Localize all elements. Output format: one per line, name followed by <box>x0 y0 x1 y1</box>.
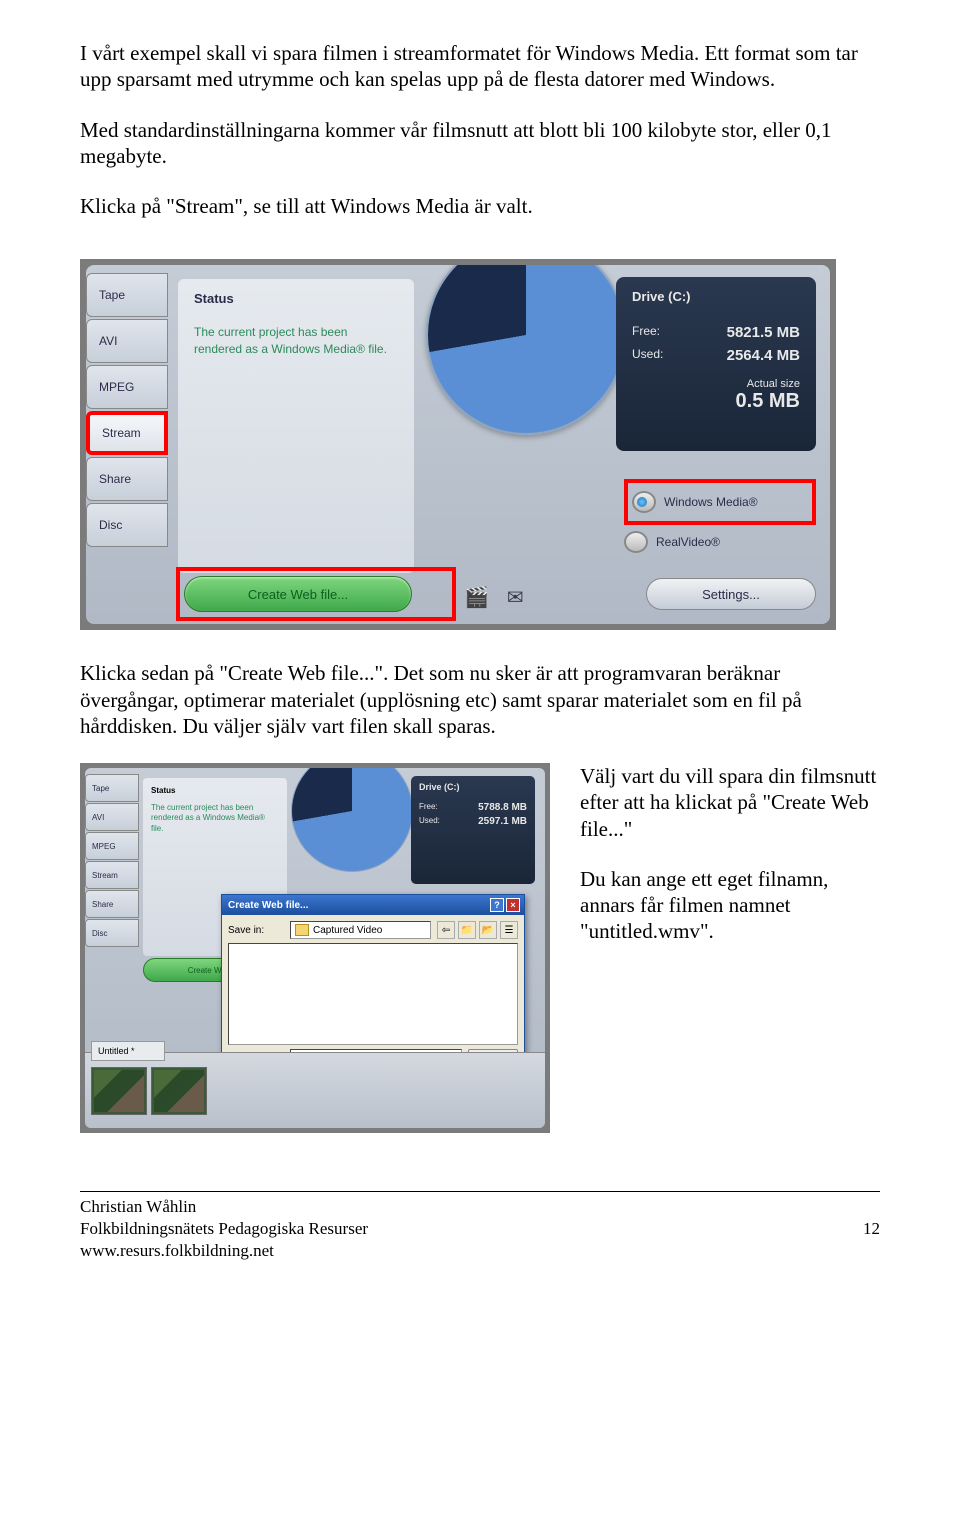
savein-value: Captured Video <box>313 925 382 936</box>
tab-avi[interactable]: AVI <box>86 319 168 363</box>
free-label: Free: <box>419 802 438 813</box>
app-panel-small: Tape AVI MPEG Stream Share Disc Status T… <box>85 768 545 1128</box>
create-web-file-button[interactable]: Create Web file... <box>184 576 412 612</box>
dialog-titlebar: Create Web file... ? × <box>222 895 524 915</box>
radio-realvideo[interactable]: RealVideo® <box>624 525 816 559</box>
radio-windows-media[interactable]: Windows Media® <box>632 485 808 519</box>
tab-label: MPEG <box>99 380 134 394</box>
tab-label: Disc <box>99 518 122 532</box>
drive-title: Drive (C:) <box>419 782 527 792</box>
status-text: The current project has been rendered as… <box>151 803 279 834</box>
used-label: Used: <box>632 347 663 364</box>
tab-tape[interactable]: Tape <box>86 273 168 317</box>
tab-stream[interactable]: Stream <box>86 411 168 455</box>
used-value: 2597.1 MB <box>478 816 527 827</box>
back-icon[interactable]: ⇦ <box>437 921 455 939</box>
free-value: 5821.5 MB <box>727 324 800 341</box>
status-title: Status <box>151 786 279 795</box>
timeline: Untitled * <box>85 1052 545 1128</box>
settings-button[interactable]: Settings... <box>646 578 816 610</box>
free-label: Free: <box>632 324 660 341</box>
tab-disc[interactable]: Disc <box>86 503 168 547</box>
help-button[interactable]: ? <box>490 898 504 912</box>
clapperboard-icon[interactable]: 🎬 <box>464 585 489 610</box>
tab-mpeg[interactable]: MPEG <box>85 832 139 860</box>
up-folder-icon[interactable]: 📁 <box>458 921 476 939</box>
footer-org: Folkbildningsnätets Pedagogiska Resurser <box>80 1218 368 1240</box>
format-radio-group: Windows Media® RealVideo® <box>624 479 816 559</box>
radio-label: Windows Media® <box>664 495 758 509</box>
drive-panel-small: Drive (C:) Free: 5788.8 MB Used: 2597.1 MB <box>411 776 535 884</box>
tab-disc[interactable]: Disc <box>85 919 139 947</box>
pie-chart-icon <box>426 265 626 435</box>
tab-tape[interactable]: Tape <box>85 774 139 802</box>
footer-author: Christian Wåhlin <box>80 1196 368 1218</box>
drive-info-panel: Drive (C:) Free: 5821.5 MB Used: 2564.4 … <box>616 277 816 451</box>
actual-size-value: 0.5 MB <box>632 390 800 413</box>
video-clip-thumbnail[interactable] <box>91 1067 147 1115</box>
tab-label: Share <box>99 472 131 486</box>
body-paragraph-4: Klicka sedan på "Create Web file...". De… <box>80 660 880 739</box>
drive-title: Drive (C:) <box>632 289 800 304</box>
windows-media-highlight: Windows Media® <box>624 479 816 525</box>
button-label: Create Web file... <box>248 587 348 602</box>
page-number: 12 <box>863 1219 880 1239</box>
used-value: 2564.4 MB <box>727 347 800 364</box>
body-paragraph-1: I vårt exempel skall vi spara filmen i s… <box>80 40 880 93</box>
app-panel: Tape AVI MPEG Stream Share Disc Status T… <box>86 265 830 624</box>
status-title: Status <box>194 291 398 306</box>
footer-url: www.resurs.folkbildning.net <box>80 1240 368 1262</box>
button-label: Settings... <box>702 587 760 602</box>
output-tabs: Tape AVI MPEG Stream Share Disc <box>86 273 168 549</box>
actual-size-label: Actual size <box>632 378 800 390</box>
tab-label: AVI <box>99 334 117 348</box>
tab-mpeg[interactable]: MPEG <box>86 365 168 409</box>
tab-label: Tape <box>99 288 125 302</box>
view-icon[interactable]: ☰ <box>500 921 518 939</box>
body-paragraph-3: Klicka på "Stream", se till att Windows … <box>80 193 880 219</box>
body-paragraph-2: Med standardinställningarna kommer vår f… <box>80 117 880 170</box>
close-button[interactable]: × <box>506 898 520 912</box>
savein-combo[interactable]: Captured Video <box>290 921 431 939</box>
radio-icon <box>632 491 656 513</box>
side-paragraph-1: Välj vart du vill spara din filmsnutt ef… <box>580 763 880 842</box>
disk-usage-pie <box>416 265 636 475</box>
dialog-title-text: Create Web file... <box>228 900 308 911</box>
create-web-highlight: Create Web file... <box>176 567 456 621</box>
tab-share[interactable]: Share <box>86 457 168 501</box>
screenshot-and-text-row: Tape AVI MPEG Stream Share Disc Status T… <box>80 763 880 1133</box>
page-footer: Christian Wåhlin Folkbildningsnätets Ped… <box>80 1191 880 1262</box>
status-panel: Status The current project has been rend… <box>178 279 414 573</box>
tab-share[interactable]: Share <box>85 890 139 918</box>
new-folder-icon[interactable]: 📂 <box>479 921 497 939</box>
side-paragraph-2: Du kan ange ett eget filnamn, annars får… <box>580 866 880 945</box>
screenshot-stream-panel: Tape AVI MPEG Stream Share Disc Status T… <box>80 259 836 630</box>
envelope-icon[interactable]: ✉ <box>507 585 524 610</box>
screenshot-save-dialog: Tape AVI MPEG Stream Share Disc Status T… <box>80 763 550 1133</box>
radio-label: RealVideo® <box>656 535 720 549</box>
video-clip-thumbnail[interactable] <box>151 1067 207 1115</box>
tab-stream[interactable]: Stream <box>85 861 139 889</box>
pie-chart-small-icon <box>291 768 413 872</box>
savein-label: Save in: <box>228 925 284 936</box>
side-text-column: Välj vart du vill spara din filmsnutt ef… <box>580 763 880 969</box>
timeline-tab[interactable]: Untitled * <box>91 1041 165 1061</box>
folder-icon <box>295 924 309 936</box>
radio-icon <box>624 531 648 553</box>
action-icons: 🎬 ✉ <box>464 585 524 610</box>
tab-avi[interactable]: AVI <box>85 803 139 831</box>
file-list[interactable] <box>228 943 518 1045</box>
status-text: The current project has been rendered as… <box>194 324 398 358</box>
used-label: Used: <box>419 816 440 827</box>
free-value: 5788.8 MB <box>478 802 527 813</box>
output-tabs-small: Tape AVI MPEG Stream Share Disc <box>85 774 139 948</box>
tab-label: Stream <box>102 426 141 440</box>
